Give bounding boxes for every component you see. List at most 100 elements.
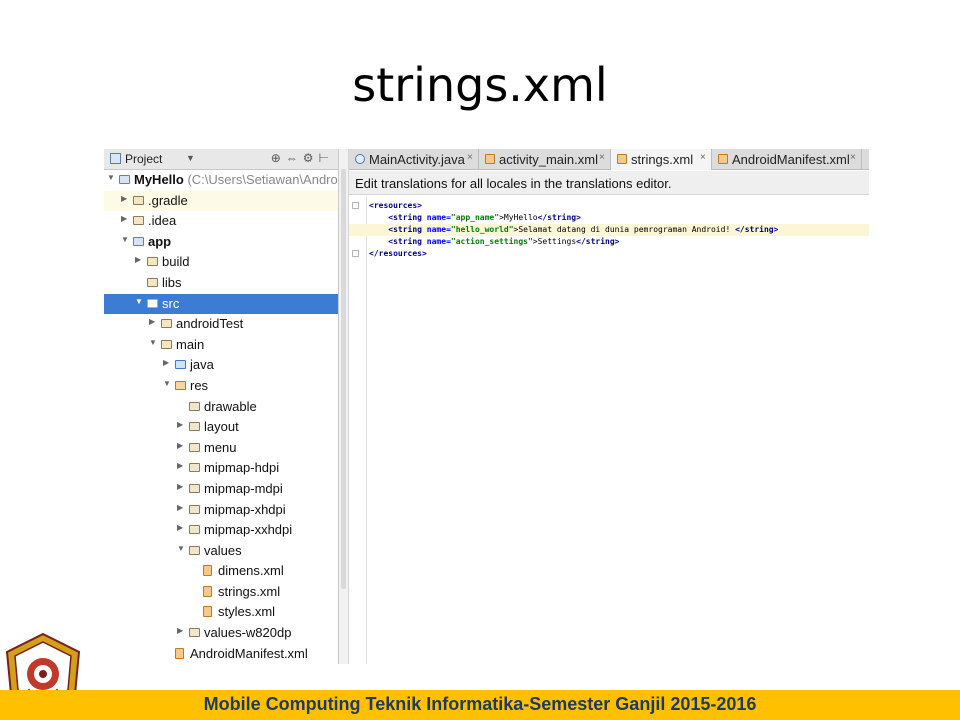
code-line[interactable]: </resources>	[349, 248, 869, 260]
collapsed-arrow-icon[interactable]: ▶	[177, 461, 187, 470]
tree-item[interactable]: dimens.xml	[104, 561, 338, 582]
project-panel-header[interactable]: Project ▼ ⊕⇔⚙⊢	[104, 149, 338, 170]
close-icon[interactable]: ×	[850, 152, 856, 163]
code-token-close: </string>	[576, 237, 620, 246]
tree-item[interactable]: styles.xml	[104, 602, 338, 623]
xml-file-icon	[175, 647, 184, 659]
code-editor[interactable]: <resources> <string name="app_name">MyHe…	[349, 196, 869, 664]
tree-item[interactable]: libs	[104, 273, 338, 294]
folder-icon	[189, 628, 200, 638]
code-token-attr: name=	[426, 237, 451, 246]
collapsed-arrow-icon[interactable]: ▶	[121, 194, 131, 203]
close-icon[interactable]: ×	[467, 152, 473, 163]
tree-item[interactable]: ▼ values	[104, 541, 338, 562]
collapsed-arrow-icon[interactable]: ▶	[177, 503, 187, 512]
tree-item[interactable]: ▼ main	[104, 335, 338, 356]
expanded-arrow-icon[interactable]: ▼	[135, 297, 145, 306]
tree-item-name: strings.xml	[218, 583, 281, 599]
scrollbar-thumb[interactable]	[341, 169, 346, 589]
code-token-open: </resources>	[369, 249, 427, 258]
collapsed-arrow-icon[interactable]: ▶	[177, 626, 187, 635]
code-token-text: >Settings	[532, 237, 577, 246]
code-line[interactable]: <string name="action_settings">Settings<…	[349, 236, 869, 248]
tree-item[interactable]: ▼ app	[104, 232, 338, 253]
code-token-close: </string>	[735, 225, 779, 234]
tab-androidmanifest-xml[interactable]: AndroidManifest.xml ×	[712, 149, 862, 170]
code-token-val: "action_settings"	[450, 237, 533, 246]
tree-item-name: app	[148, 233, 172, 249]
tree-item[interactable]: ▼ res	[104, 376, 338, 397]
expanded-arrow-icon[interactable]: ▼	[177, 544, 187, 553]
expanded-arrow-icon[interactable]: ▼	[107, 173, 117, 182]
code-line[interactable]: <string name="hello_world">Selamat datan…	[349, 224, 869, 236]
tree-item[interactable]: ▶ mipmap-mdpi	[104, 479, 338, 500]
tree-item[interactable]: ▶ build	[104, 252, 338, 273]
code-token-close: </string>	[537, 213, 581, 222]
tree-item[interactable]: ▶ mipmap-xxhdpi	[104, 520, 338, 541]
panel-toolbar-icons[interactable]: ⊕⇔⚙⊢	[271, 151, 334, 165]
tree-item-name: drawable	[204, 398, 257, 414]
tree-item[interactable]: ▶ menu	[104, 438, 338, 459]
fold-marker-icon[interactable]	[352, 202, 359, 209]
tree-item-name: libs	[162, 274, 182, 290]
tree-item[interactable]: ▼ src	[104, 293, 338, 315]
tree-item-name: src	[162, 295, 180, 311]
tree-item[interactable]: ▶ values-w820dp	[104, 623, 338, 644]
code-token-open: <string	[388, 213, 427, 222]
translations-notice-text: Edit translations for all locales in the…	[355, 176, 672, 191]
tree-item-label: dimens.xml	[218, 563, 284, 578]
close-icon[interactable]: ×	[700, 152, 706, 163]
collapsed-arrow-icon[interactable]: ▶	[149, 317, 159, 326]
project-scrollbar[interactable]	[339, 149, 349, 664]
folder-icon	[189, 463, 200, 473]
xml-file-icon	[203, 606, 212, 618]
collapsed-arrow-icon[interactable]: ▶	[163, 358, 173, 367]
tree-item[interactable]: ▶ layout	[104, 417, 338, 438]
fold-marker-icon[interactable]	[352, 250, 359, 257]
tree-item-label: values-w820dp	[204, 625, 291, 640]
expanded-arrow-icon[interactable]: ▼	[149, 338, 159, 347]
folder-icon	[147, 257, 158, 267]
tab-activity-main-xml[interactable]: activity_main.xml ×	[479, 149, 611, 170]
folder-icon	[119, 175, 130, 184]
tree-item[interactable]: ▶ .idea	[104, 211, 338, 232]
tree-item[interactable]: ▶ mipmap-hdpi	[104, 458, 338, 479]
collapsed-arrow-icon[interactable]: ▶	[177, 482, 187, 491]
tree-item[interactable]: ▶ .gradle	[104, 190, 338, 212]
tab-strings-xml[interactable]: strings.xml ×	[611, 149, 712, 170]
tree-item[interactable]: ▶ androidTest	[104, 314, 338, 335]
collapsed-arrow-icon[interactable]: ▶	[177, 441, 187, 450]
tree-item[interactable]: drawable	[104, 397, 338, 418]
expanded-arrow-icon[interactable]: ▼	[121, 235, 131, 244]
code-token-attr: name=	[426, 213, 451, 222]
tree-item[interactable]: ▶ mipmap-xhdpi	[104, 500, 338, 521]
close-icon[interactable]: ×	[599, 152, 605, 163]
code-token-text: >MyHello	[499, 213, 538, 222]
tree-item-label: strings.xml	[218, 584, 280, 599]
tree-item-name: build	[162, 254, 190, 270]
tree-item-name: androidTest	[176, 316, 244, 332]
collapsed-arrow-icon[interactable]: ▶	[135, 255, 145, 264]
code-line[interactable]: <resources>	[349, 200, 869, 212]
tree-item[interactable]: strings.xml	[104, 582, 338, 603]
expanded-arrow-icon[interactable]: ▼	[163, 379, 173, 388]
code-line[interactable]: <string name="app_name">MyHello</string>	[349, 212, 869, 224]
tab-label: activity_main.xml	[499, 152, 598, 167]
tree-item[interactable]: ▼ MyHello (C:\Users\Setiawan\Android	[104, 170, 338, 191]
collapsed-arrow-icon[interactable]: ▶	[177, 523, 187, 532]
tree-item-label: build	[162, 254, 189, 269]
tree-item[interactable]: AndroidManifest.xml	[104, 644, 338, 664]
collapsed-arrow-icon[interactable]: ▶	[121, 214, 131, 223]
tree-item-label: app	[148, 234, 171, 249]
tab-mainactivity-java[interactable]: MainActivity.java ×	[349, 149, 479, 170]
tree-item-label: AndroidManifest.xml	[190, 646, 308, 661]
collapsed-arrow-icon[interactable]: ▶	[177, 420, 187, 429]
code-token-open: <string	[388, 237, 427, 246]
tree-item[interactable]: ▶ java	[104, 355, 338, 376]
code-token-indent	[369, 237, 388, 246]
tree-item-label: mipmap-mdpi	[204, 481, 283, 496]
chevron-down-icon[interactable]: ▼	[186, 153, 195, 163]
folder-icon	[161, 339, 172, 349]
code-token-text: >Selamat datang di dunia pemrograman And…	[513, 225, 736, 234]
tree-item-name: java	[190, 357, 214, 373]
